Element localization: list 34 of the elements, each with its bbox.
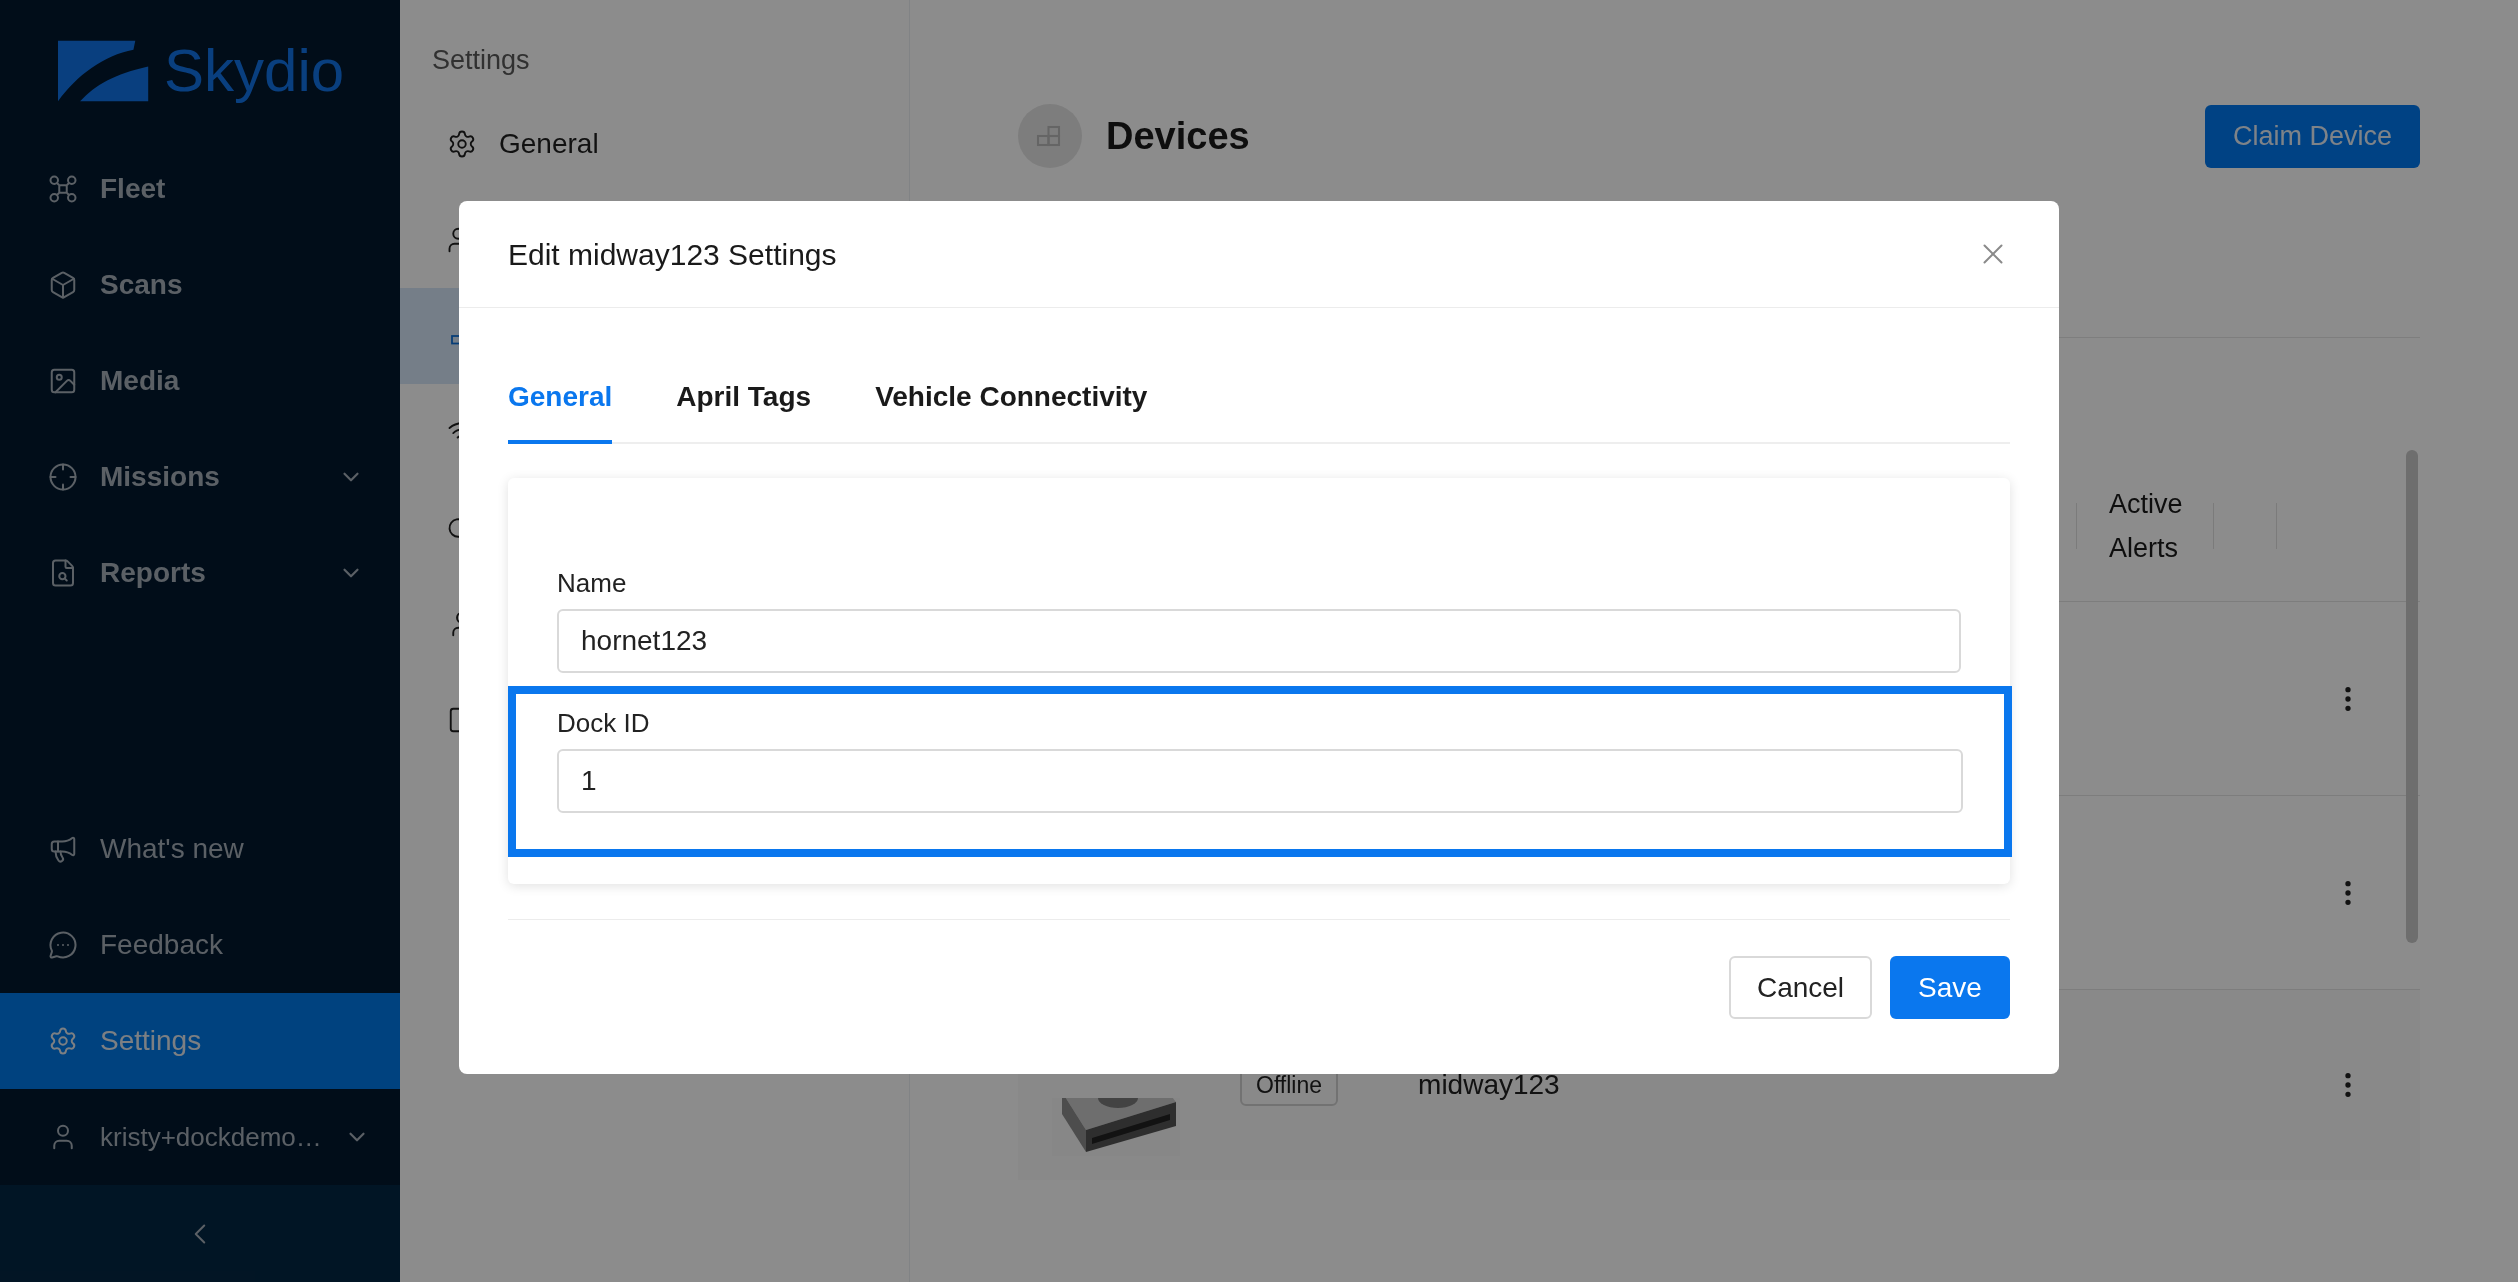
- cube-icon: [48, 270, 78, 300]
- tab[interactable]: General: [508, 376, 613, 444]
- sidebar-item[interactable]: What's new: [0, 801, 400, 897]
- page-title: Devices: [1106, 113, 1250, 159]
- field-label: Dock ID: [557, 707, 650, 740]
- scrollbar[interactable]: [2406, 450, 2418, 943]
- text-field[interactable]: hornet123: [557, 609, 1961, 673]
- settings-icon: [48, 1026, 78, 1056]
- column-header: Active Alerts: [2109, 487, 2184, 565]
- text-field[interactable]: 1: [557, 749, 1963, 813]
- chat-bubble-icon: [48, 930, 78, 960]
- sidebar-item[interactable]: Reports: [0, 525, 400, 621]
- save-button[interactable]: Save: [1890, 956, 2010, 1019]
- sidebar-item[interactable]: Fleet: [0, 141, 400, 237]
- tab[interactable]: April Tags: [676, 376, 812, 444]
- sidebar-item[interactable]: Media: [0, 333, 400, 429]
- image-icon: [48, 366, 78, 396]
- user-menu[interactable]: kristy+dockdemo…: [0, 1089, 400, 1185]
- sidebar-item[interactable]: Settings: [0, 993, 400, 1089]
- settings-nav-item[interactable]: General: [400, 95, 909, 192]
- megaphone-icon: [48, 834, 78, 864]
- section-title: Settings: [432, 44, 530, 77]
- sidebar-item[interactable]: Missions: [0, 429, 400, 525]
- field-label: Name: [557, 567, 627, 600]
- drone-icon: [48, 174, 78, 204]
- claim-device-button[interactable]: Claim Device: [2205, 104, 2420, 168]
- tab[interactable]: Vehicle Connectivity: [875, 376, 1148, 444]
- logo-text: Skydio: [164, 40, 345, 101]
- crosshair-icon: [48, 462, 78, 492]
- cancel-button[interactable]: Cancel: [1729, 956, 1872, 1019]
- sidebar-item[interactable]: Scans: [0, 237, 400, 333]
- device-name: midway123: [1418, 1068, 1560, 1102]
- dialog-title: Edit midway123 Settings: [508, 236, 838, 273]
- sidebar-item[interactable]: Feedback: [0, 897, 400, 993]
